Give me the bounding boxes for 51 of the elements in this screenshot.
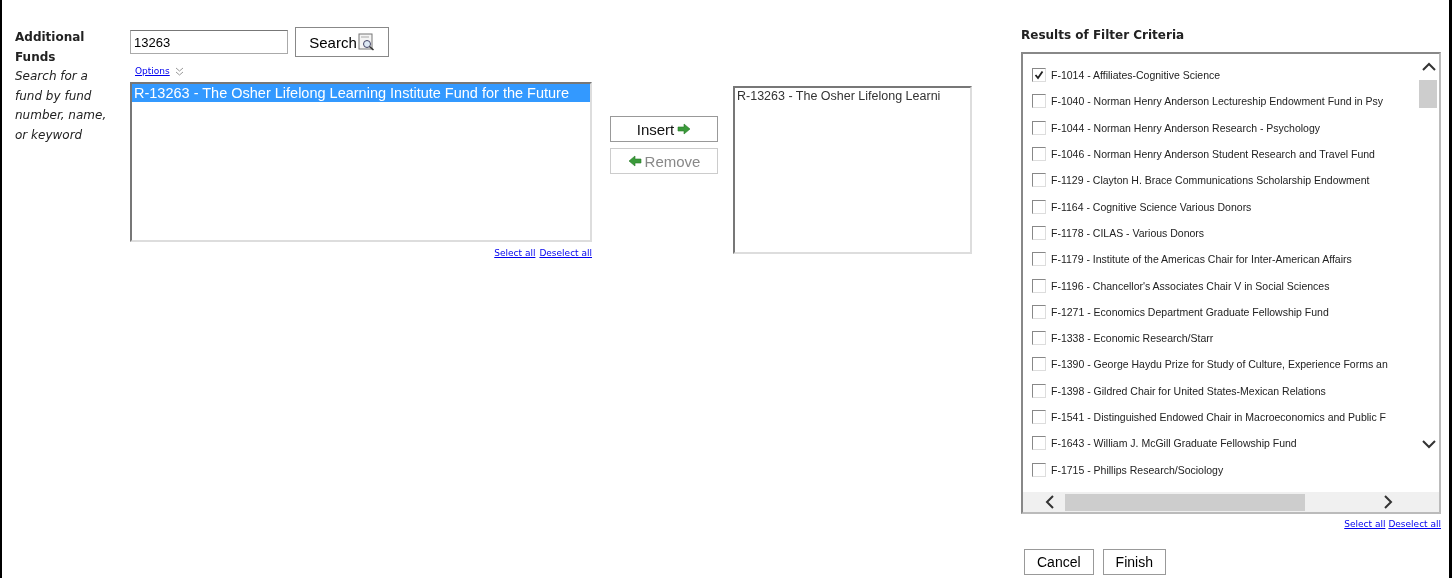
result-label[interactable]: F-1040 - Norman Henry Anderson Lectureship Endowment Fund in Psy <box>1051 95 1384 108</box>
document-magnifier-icon <box>357 33 375 51</box>
checkbox[interactable] <box>1032 120 1046 135</box>
result-label[interactable]: F-1179 - Institute of the Americas Chair for Inter-American Affairs <box>1051 253 1352 266</box>
search-hint: Search for a fund by fund number, name, or keyword <box>15 68 108 144</box>
checkbox[interactable] <box>1032 357 1046 372</box>
checkbox[interactable] <box>1032 436 1046 451</box>
select-all-link[interactable]: Select all <box>494 248 536 258</box>
checkbox[interactable] <box>1032 410 1046 424</box>
checkbox[interactable] <box>1032 199 1046 214</box>
section-title: Additional Funds <box>15 29 86 66</box>
checkbox[interactable] <box>1032 147 1046 162</box>
panel-title: Results of Filter Criteria <box>1021 28 1186 44</box>
result-label[interactable]: F-1390 - George Haydu Prize for Study of Culture, Experience Forms an <box>1051 358 1388 371</box>
deselect-all-link[interactable]: Deselect all <box>1388 519 1441 529</box>
checkbox[interactable] <box>1032 462 1046 477</box>
select-all-link[interactable]: Select all <box>1344 519 1386 529</box>
result-label[interactable]: F-1164 - Cognitive Science Various Donors <box>1051 200 1252 213</box>
result-label[interactable]: F-1398 - Gildred Chair for United States-Mexican Relations <box>1051 384 1326 397</box>
checkbox[interactable] <box>1032 278 1046 293</box>
checkbox[interactable] <box>1032 304 1046 319</box>
left-arrow-icon <box>627 155 642 167</box>
result-label[interactable]: F-1178 - CILAS - Various Donors <box>1051 226 1205 239</box>
checkbox[interactable] <box>1032 383 1046 398</box>
result-label[interactable]: F-1046 - Norman Henry Anderson Student Research and Travel Fund <box>1051 148 1375 161</box>
options-link[interactable]: Options <box>135 66 170 76</box>
right-arrow-icon <box>677 123 692 135</box>
result-label[interactable]: F-1715 - Phillips Research/Sociology <box>1051 463 1224 476</box>
footer-button[interactable]: Finish <box>1102 549 1166 575</box>
result-label[interactable]: F-1643 - William J. McGill Graduate Fellowship Fund <box>1051 437 1297 450</box>
checkbox[interactable] <box>1032 68 1046 83</box>
result-label[interactable]: F-1196 - Chancellor's Associates Chair V in Social Sciences <box>1051 279 1330 292</box>
double-chevron-icon <box>174 66 184 76</box>
result-label[interactable]: F-1129 - Clayton H. Brace Communications Scholarship Endowment <box>1051 174 1370 187</box>
result-label[interactable]: F-1338 - Economic Research/Starr <box>1051 332 1214 345</box>
list-box[interactable]: R-13263 - The Osher Lifelong Learni <box>733 86 972 254</box>
footer-button[interactable]: Cancel <box>1024 549 1094 575</box>
result-label[interactable]: F-1271 - Economics Department Graduate Fellowship Fund <box>1051 305 1329 318</box>
checkbox[interactable] <box>1032 173 1046 188</box>
checkbox[interactable] <box>1032 252 1046 267</box>
deselect-all-link[interactable]: Deselect all <box>539 248 592 258</box>
search-button[interactable]: Search <box>295 27 389 57</box>
result-label[interactable]: F-1014 - Affiliates-Cognitive Science <box>1051 69 1221 82</box>
checkbox[interactable] <box>1032 225 1046 240</box>
checkbox[interactable] <box>1032 331 1046 346</box>
checkbox[interactable] <box>1032 94 1046 109</box>
search-field[interactable]: 13263 <box>130 30 288 54</box>
result-label[interactable]: F-1044 - Norman Henry Anderson Research - Psychology <box>1051 121 1321 134</box>
insert-button[interactable]: Insert <box>610 116 718 142</box>
list-item[interactable]: R-13263 - The Osher Lifelong Learni <box>735 88 970 104</box>
result-label[interactable]: F-1541 - Distinguished Endowed Chair in Macroeconomics and Public F <box>1051 411 1386 423</box>
